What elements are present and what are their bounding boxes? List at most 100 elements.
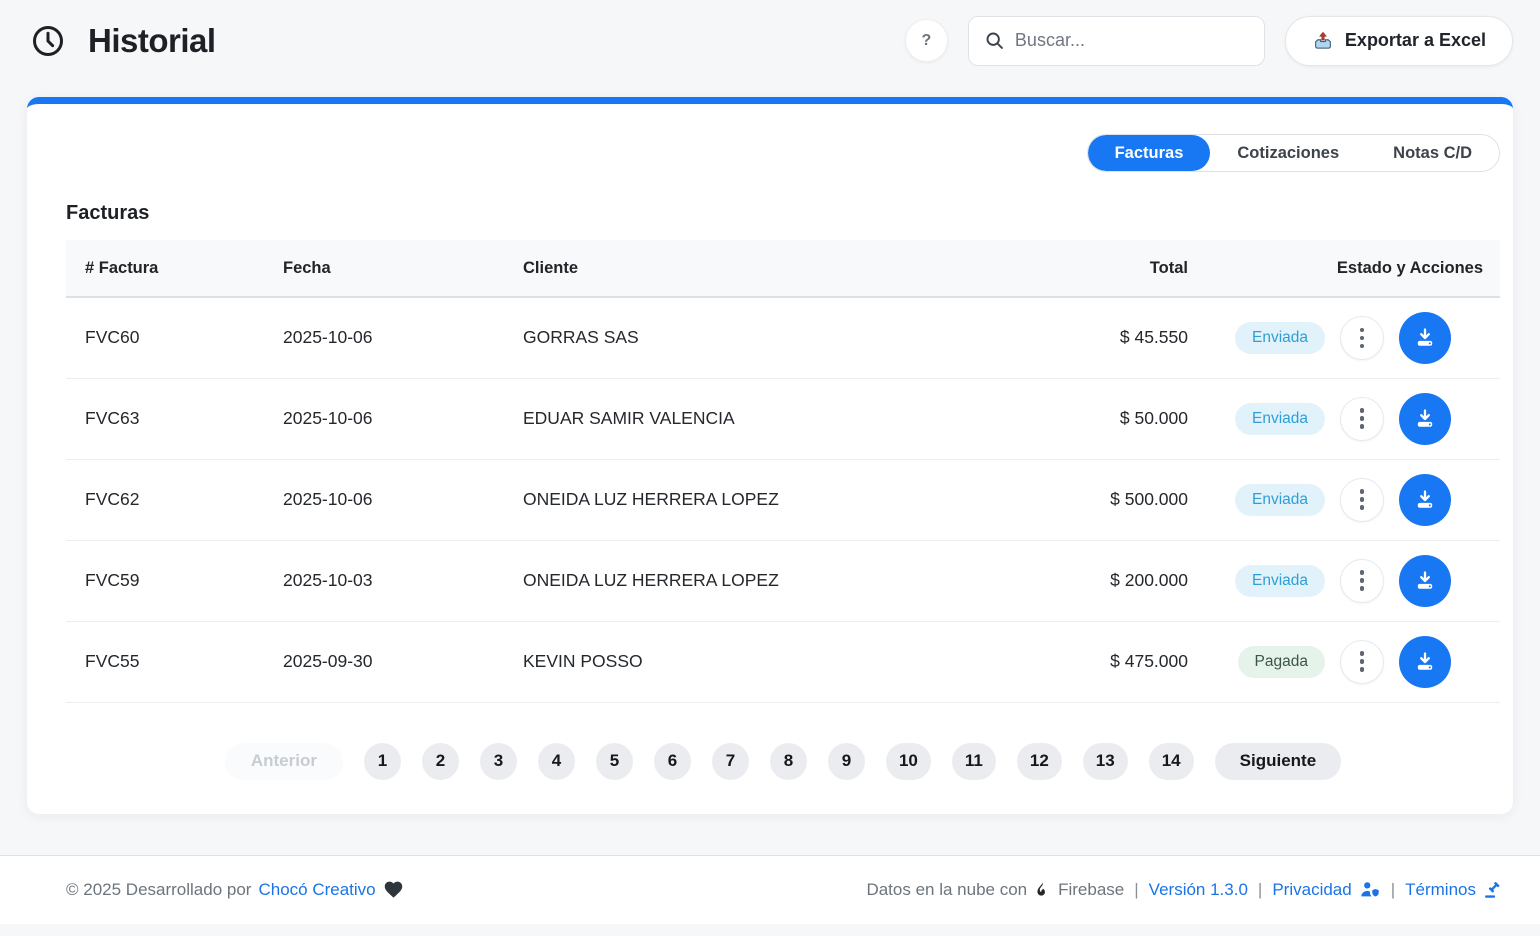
export-excel-button[interactable]: Exportar a Excel [1285,16,1513,66]
separator: | [1134,880,1138,900]
footer-copyright: © 2025 Desarrollado por Chocó Creativo [66,879,404,900]
tab-facturas[interactable]: Facturas [1088,135,1211,171]
table-row: FVC63 2025-10-06 EDUAR SAMIR VALENCIA $ … [66,378,1500,459]
more-options-button[interactable] [1340,559,1384,603]
page-button-11[interactable]: 11 [952,743,996,780]
firebase-text: Firebase [1058,880,1124,900]
clock-icon [30,23,66,59]
help-button[interactable]: ? [905,19,948,62]
kebab-icon [1360,328,1365,333]
status-badge: Enviada [1235,322,1325,354]
page-button-10[interactable]: 10 [886,743,931,780]
invoice-total-cell: $ 475.000 [987,621,1207,702]
more-options-button[interactable] [1340,316,1384,360]
kebab-icon [1360,408,1365,413]
terms-link[interactable]: Términos [1405,880,1476,900]
invoice-actions: Pagada [1226,636,1481,688]
invoice-number-cell: FVC62 [66,459,264,540]
footer-info: Datos en la nube con Firebase | Versión … [866,880,1503,900]
download-pdf-button[interactable] [1399,474,1451,526]
download-pdf-button[interactable] [1399,636,1451,688]
status-badge: Pagada [1238,646,1325,678]
table-row: FVC55 2025-09-30 KEVIN POSSO $ 475.000 P… [66,621,1500,702]
page-title: Historial [88,22,216,60]
download-pdf-button[interactable] [1399,393,1451,445]
invoice-table-body: FVC60 2025-10-06 GORRAS SAS $ 45.550 Env… [66,297,1500,702]
invoice-date-cell: 2025-10-06 [264,378,504,459]
download-icon [1413,407,1437,431]
page-button-9[interactable]: 9 [828,743,865,780]
page-button-1[interactable]: 1 [364,743,401,780]
page-button-3[interactable]: 3 [480,743,517,780]
firebase-flame-icon [1034,880,1051,899]
invoice-total-cell: $ 50.000 [987,378,1207,459]
next-page-button[interactable]: Siguiente [1215,743,1342,780]
page-header: Historial ? Exportar a Excel [0,0,1540,75]
page-button-6[interactable]: 6 [654,743,691,780]
search-icon [984,30,1005,51]
column-header-fecha: Fecha [264,240,504,297]
download-pdf-button[interactable] [1399,312,1451,364]
invoice-actions: Enviada [1226,474,1481,526]
invoices-table: # Factura Fecha Cliente Total Estado y A… [66,240,1500,703]
export-label: Exportar a Excel [1345,30,1486,51]
tab-group: FacturasCotizacionesNotas C/D [1087,134,1500,172]
more-options-button[interactable] [1340,478,1384,522]
privacy-user-icon [1359,880,1381,899]
page-button-5[interactable]: 5 [596,743,633,780]
history-card: FacturasCotizacionesNotas C/D Facturas #… [27,97,1513,814]
invoice-total-cell: $ 500.000 [987,459,1207,540]
page-button-13[interactable]: 13 [1083,743,1128,780]
status-badge: Enviada [1235,403,1325,435]
invoice-number-cell: FVC63 [66,378,264,459]
column-header-cliente: Cliente [504,240,987,297]
page-button-8[interactable]: 8 [770,743,807,780]
version-link[interactable]: Versión 1.3.0 [1149,880,1248,900]
invoice-client-cell: KEVIN POSSO [504,621,987,702]
invoice-date-cell: 2025-09-30 [264,621,504,702]
gavel-icon [1483,880,1503,900]
invoice-client-cell: GORRAS SAS [504,297,987,378]
status-badge: Enviada [1235,484,1325,516]
invoice-client-cell: ONEIDA LUZ HERRERA LOPEZ [504,540,987,621]
invoice-actions: Enviada [1226,393,1481,445]
page-button-14[interactable]: 14 [1149,743,1194,780]
invoice-date-cell: 2025-10-06 [264,297,504,378]
more-options-button[interactable] [1340,640,1384,684]
column-header-factura: # Factura [66,240,264,297]
status-badge: Enviada [1235,565,1325,597]
page-button-12[interactable]: 12 [1017,743,1062,780]
page-button-7[interactable]: 7 [712,743,749,780]
heart-icon [383,879,404,900]
column-header-estado-acciones: Estado y Acciones [1207,240,1500,297]
search-input[interactable] [1015,30,1249,51]
column-header-total: Total [987,240,1207,297]
page-button-4[interactable]: 4 [538,743,575,780]
page-button-2[interactable]: 2 [422,743,459,780]
export-icon [1312,30,1334,52]
invoice-number-cell: FVC59 [66,540,264,621]
more-options-button[interactable] [1340,397,1384,441]
invoice-total-cell: $ 200.000 [987,540,1207,621]
table-row: FVC59 2025-10-03 ONEIDA LUZ HERRERA LOPE… [66,540,1500,621]
separator: | [1258,880,1262,900]
download-pdf-button[interactable] [1399,555,1451,607]
table-header-row: # Factura Fecha Cliente Total Estado y A… [66,240,1500,297]
table-row: FVC60 2025-10-06 GORRAS SAS $ 45.550 Env… [66,297,1500,378]
kebab-icon [1360,489,1365,494]
invoice-date-cell: 2025-10-06 [264,459,504,540]
brand-link[interactable]: Chocó Creativo [258,880,375,900]
privacy-link[interactable]: Privacidad [1272,880,1351,900]
pagination: Anterior 1234567891011121314 Siguiente [66,743,1500,780]
search-box[interactable] [968,16,1265,66]
download-icon [1413,650,1437,674]
kebab-icon [1360,570,1365,575]
prev-page-button[interactable]: Anterior [225,743,343,780]
tab-notas-c-d[interactable]: Notas C/D [1366,135,1499,171]
kebab-icon [1360,651,1365,656]
download-icon [1413,569,1437,593]
section-title: Facturas [66,202,1500,225]
cloud-text: Datos en la nube con [866,880,1027,900]
invoice-actions: Enviada [1226,555,1481,607]
tab-cotizaciones[interactable]: Cotizaciones [1210,135,1366,171]
